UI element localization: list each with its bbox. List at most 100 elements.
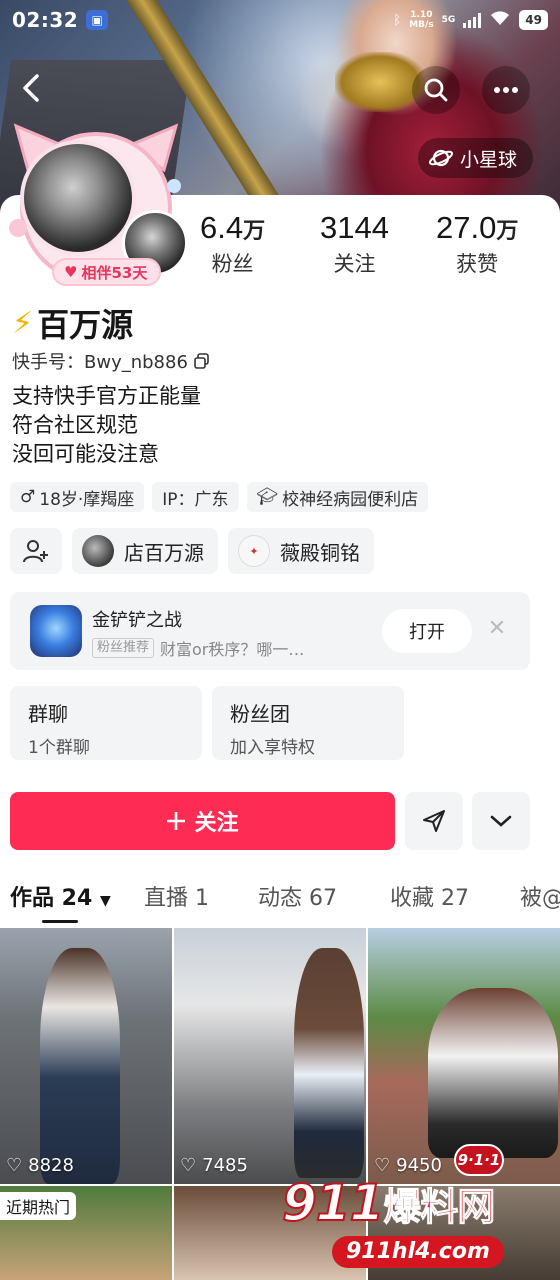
- person-figure: [294, 948, 364, 1178]
- expand-button[interactable]: [472, 792, 530, 850]
- profile-tags: ♂ 18岁·摩羯座 IP：广东 🎓︎ 校神经病园便利店: [10, 482, 429, 512]
- net-speed: 1.10 MB/s: [409, 10, 433, 30]
- game-recommendation-card[interactable]: 金铲铲之战 粉丝推荐 财富or秩序？哪一… 打开 ✕: [10, 592, 530, 670]
- planet-icon: [428, 149, 454, 167]
- tab-moments[interactable]: 动态 67: [258, 880, 337, 912]
- net-speed-value: 1.10: [410, 10, 433, 20]
- fan-recommend-badge: 粉丝推荐: [92, 638, 155, 658]
- lightning-icon: ⚡: [12, 305, 34, 341]
- watermark-number: 911: [281, 1173, 385, 1233]
- more-button[interactable]: [482, 66, 530, 114]
- stat-following[interactable]: 3144 关注: [320, 210, 389, 278]
- copy-icon[interactable]: [194, 353, 210, 369]
- hot-label: 近期热门: [0, 1192, 77, 1220]
- brand-logo-icon: ✦: [238, 535, 270, 567]
- bluetooth-icon: ᛒ: [393, 12, 402, 28]
- stat-likes-unit: 万: [496, 219, 519, 244]
- fan-club-title: 粉丝团: [230, 702, 290, 726]
- tag-ip: IP：广东: [152, 482, 239, 512]
- video-thumbnail[interactable]: ♡ 7485: [174, 928, 366, 1184]
- content-tabs: 作品 24 ▼ 直播 1 动态 67 收藏 27 被@: [0, 872, 560, 922]
- bio-line: 符合社区规范: [12, 413, 138, 437]
- companion-days: 相伴53天: [81, 263, 148, 282]
- back-button[interactable]: [8, 64, 56, 112]
- shop-link[interactable]: 店百万源: [72, 528, 218, 574]
- stat-fans[interactable]: 6.4万 粉丝: [200, 210, 265, 278]
- likes-count: ♡ 7485: [180, 1155, 248, 1176]
- graduation-cap-icon: 🎓︎: [256, 487, 279, 507]
- network-label: 5G: [441, 15, 456, 25]
- likes-value: 7485: [202, 1155, 248, 1176]
- network-type: 5G: [442, 15, 456, 25]
- planet-label: 小星球: [460, 148, 518, 171]
- stat-fans-unit: 万: [243, 219, 266, 244]
- watermark-title: 911爆料网: [281, 1173, 496, 1233]
- send-message-button[interactable]: [405, 792, 463, 850]
- plus-icon: [167, 812, 186, 830]
- signal-icon: [463, 12, 482, 28]
- stat-following-label: 关注: [333, 252, 376, 276]
- bio: 支持快手官方正能量 符合社区规范 没回可能没注意: [12, 382, 201, 469]
- person-figure: [40, 948, 120, 1184]
- status-bar: 02:32 ▣ ᛒ 1.10 MB/s 5G 49: [0, 0, 560, 40]
- banner-crown: [335, 52, 425, 112]
- bio-line: 没回可能没注意: [12, 442, 159, 466]
- tag-school[interactable]: 🎓︎ 校神经病园便利店: [246, 482, 429, 512]
- net-speed-unit: MB/s: [409, 20, 434, 30]
- likes-count: ♡ 8828: [6, 1155, 74, 1176]
- tab-works-label: 作品 24: [10, 886, 93, 911]
- heart-outline-icon: ♡: [6, 1155, 23, 1176]
- stat-fans-number: 6.4: [200, 210, 244, 245]
- male-icon: ♂: [20, 487, 36, 507]
- search-icon: [424, 78, 448, 102]
- video-thumbnail[interactable]: 近期热门: [0, 1186, 172, 1280]
- fan-club-card[interactable]: 粉丝团 加入享特权: [212, 686, 404, 760]
- tab-works[interactable]: 作品 24 ▼: [10, 880, 111, 912]
- link-row: 店百万源 ✦ 薇殿铜铭: [10, 528, 374, 574]
- battery-indicator: 49: [519, 10, 548, 30]
- brand-link[interactable]: ✦ 薇殿铜铭: [228, 528, 374, 574]
- shop-link-label: 店百万源: [124, 540, 204, 565]
- likes-value: 8828: [28, 1155, 74, 1176]
- watermark-cn: 爆料网: [383, 1185, 496, 1230]
- shop-avatar: [82, 535, 114, 567]
- bio-line: 支持快手官方正能量: [12, 384, 201, 408]
- watermark: 911爆料网 911hl4.com: [262, 1168, 560, 1280]
- game-title: 金铲铲之战: [92, 610, 182, 631]
- wifi-icon: [489, 9, 511, 31]
- follow-button[interactable]: 关注: [10, 792, 395, 850]
- planet-button[interactable]: 小星球: [418, 138, 534, 178]
- follow-label: 关注: [194, 811, 239, 836]
- stat-fans-label: 粉丝: [211, 252, 254, 276]
- tab-live[interactable]: 直播 1: [144, 880, 209, 912]
- close-icon[interactable]: ✕: [484, 616, 510, 642]
- group-chat-card[interactable]: 群聊 1个群聊: [10, 686, 202, 760]
- open-game-button[interactable]: 打开: [382, 609, 472, 653]
- avatar: [20, 140, 136, 256]
- profile-stats: 6.4万 粉丝 3144 关注 27.0万 获赞: [200, 210, 560, 280]
- add-friend-button[interactable]: [10, 528, 62, 574]
- tab-mentioned[interactable]: 被@: [520, 880, 560, 912]
- game-subtitle-row: 粉丝推荐 财富or秩序？哪一…: [92, 636, 304, 660]
- tag-age: ♂ 18岁·摩羯座: [10, 482, 145, 512]
- send-icon: [423, 810, 445, 832]
- caret-down-icon: ▼: [99, 893, 111, 909]
- kuaishou-id-row[interactable]: 快手号：Bwy_nb886: [12, 348, 210, 374]
- stat-likes[interactable]: 27.0万 获赞: [436, 210, 518, 278]
- stat-likes-label: 获赞: [456, 252, 499, 276]
- tag-age-label: 18岁·摩羯座: [39, 489, 135, 510]
- heart-icon: ♥: [64, 263, 78, 281]
- kuaishou-id: 快手号：Bwy_nb886: [12, 352, 188, 373]
- video-thumbnail[interactable]: ♡ 8828: [0, 928, 172, 1184]
- stat-following-number: 3144: [320, 210, 389, 245]
- tab-underline: [42, 920, 78, 923]
- app-notification-icon: ▣: [86, 10, 109, 30]
- heart-outline-icon: ♡: [180, 1155, 197, 1176]
- status-time: 02:32: [12, 8, 79, 32]
- tab-favorites[interactable]: 收藏 27: [390, 880, 469, 912]
- search-button[interactable]: [412, 66, 460, 114]
- back-arrow-icon: [23, 74, 39, 102]
- stat-likes-number: 27.0: [436, 210, 497, 245]
- fan-club-subtitle: 加入享特权: [230, 738, 315, 758]
- more-icon: [494, 87, 518, 93]
